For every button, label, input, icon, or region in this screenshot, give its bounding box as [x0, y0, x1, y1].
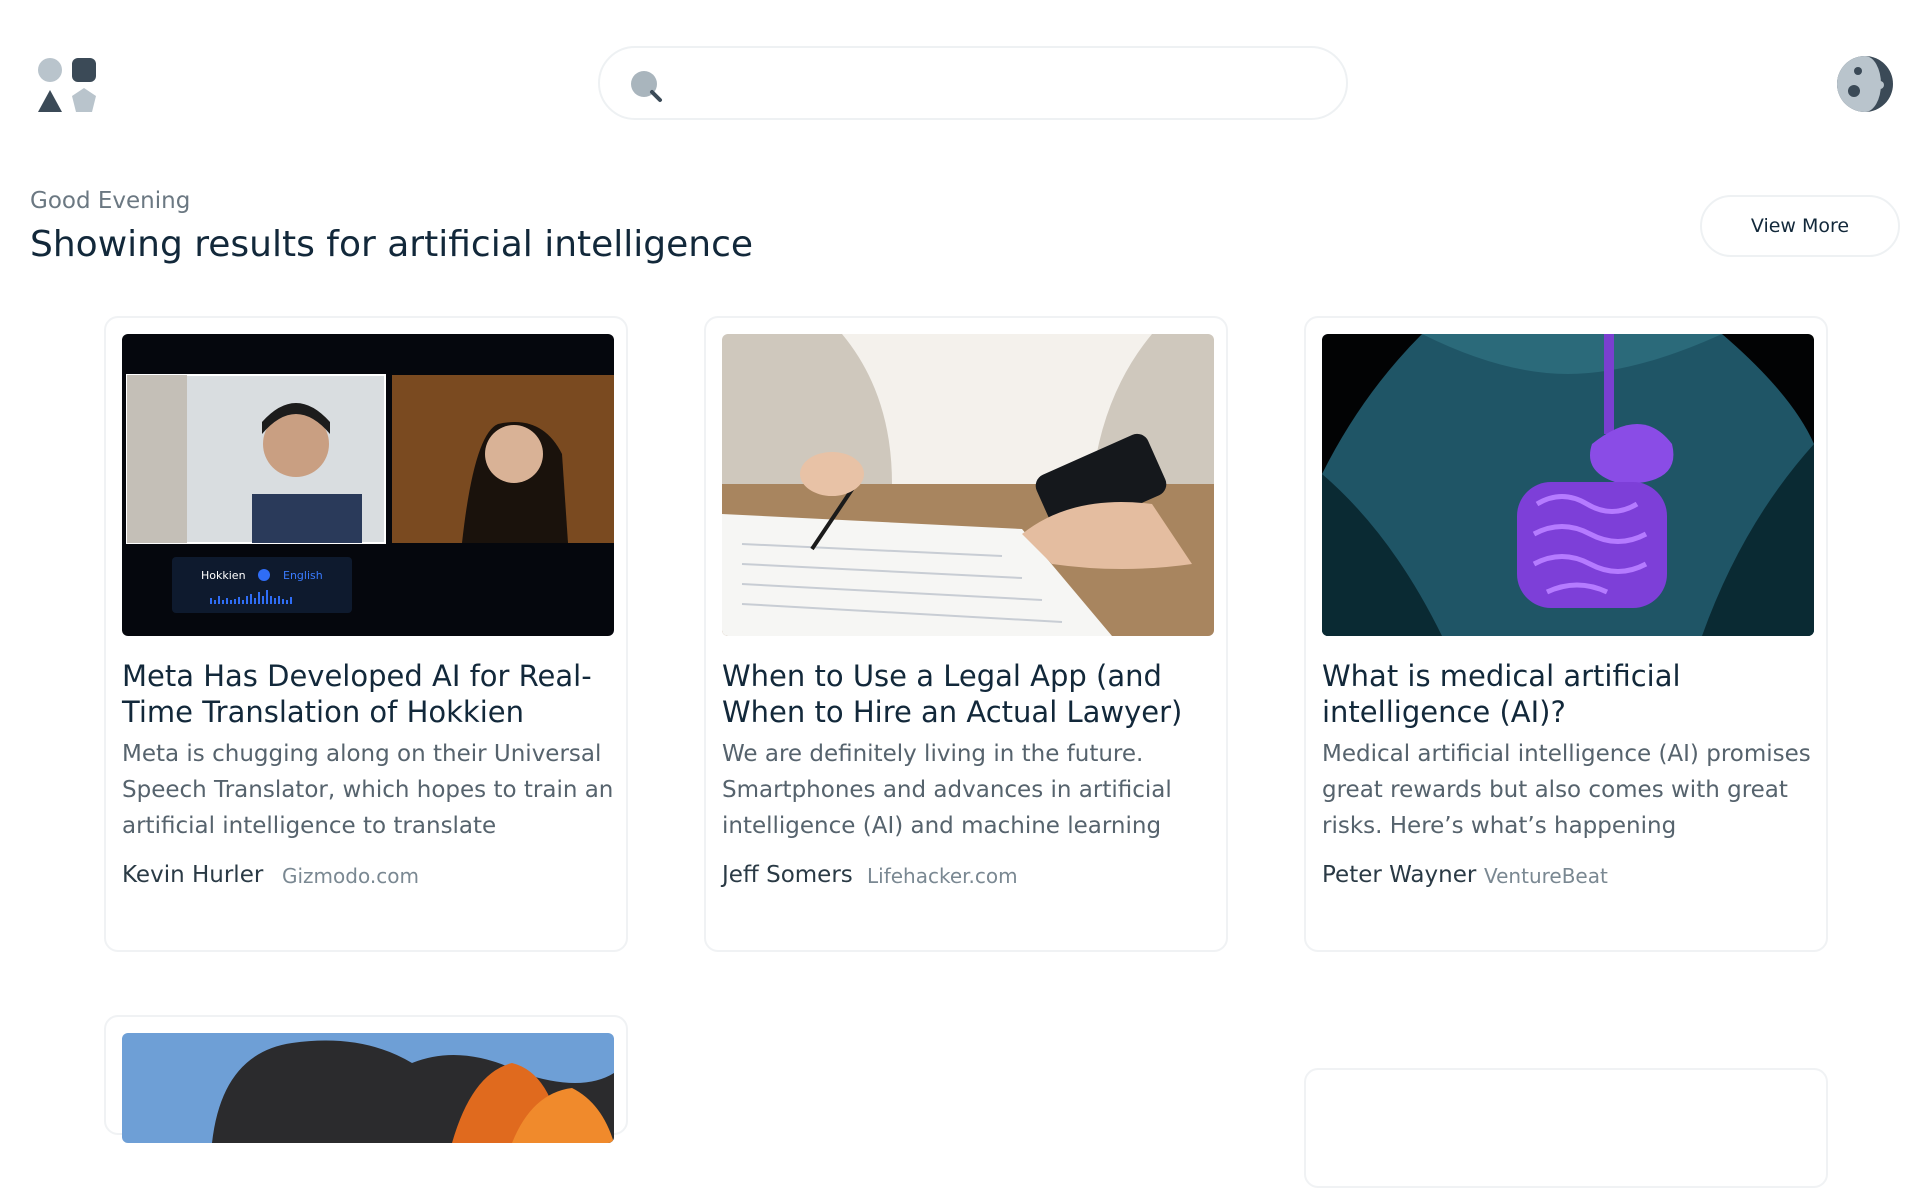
digestive-system-image[interactable] [1322, 334, 1814, 636]
user-avatar-icon[interactable] [1836, 55, 1894, 113]
article-description: We are definitely living in the future. … [722, 741, 1172, 839]
app-logo-icon[interactable] [38, 56, 100, 114]
results-title: Showing results for artificial intellige… [30, 224, 754, 265]
article-source[interactable]: Lifehacker.com [867, 864, 1018, 888]
article-title[interactable]: What is medical artificial intelligence … [1322, 658, 1814, 730]
article-description: Medical artificial intelligence (AI) pro… [1322, 741, 1811, 839]
article-author: Jeff Somers [722, 862, 853, 888]
greeting-text: Good Evening [30, 188, 191, 214]
article-title[interactable]: When to Use a Legal App (and When to Hir… [722, 658, 1214, 730]
article-author: Kevin Hurler [122, 862, 264, 888]
article-source[interactable]: VentureBeat [1484, 864, 1608, 888]
article-source[interactable]: Gizmodo.com [282, 864, 419, 888]
article-card[interactable]: What is medical artificial intelligence … [1304, 316, 1828, 952]
search-input[interactable] [680, 60, 1324, 108]
view-more-button[interactable]: View More [1700, 195, 1900, 257]
article-description: Meta is chugging along on their Universa… [122, 741, 614, 839]
fire-smoke-image[interactable] [122, 1033, 614, 1143]
article-card[interactable]: When to Use a Legal App (and When to Hir… [704, 316, 1228, 952]
video-call-translation-image[interactable]: Hokkien English [122, 334, 614, 636]
article-card[interactable] [1304, 1068, 1828, 1188]
article-card[interactable]: Hokkien English Meta Has Developed AI fo… [104, 316, 628, 952]
image-caption-to: English [283, 569, 323, 582]
article-author: Peter Wayner [1322, 862, 1477, 888]
article-title[interactable]: Meta Has Developed AI for Real-Time Tran… [122, 658, 614, 730]
article-card[interactable] [104, 1015, 628, 1143]
search-bar[interactable] [598, 46, 1348, 120]
phone-and-document-image[interactable] [722, 334, 1214, 636]
image-caption-from: Hokkien [201, 569, 246, 582]
search-icon [630, 70, 664, 104]
